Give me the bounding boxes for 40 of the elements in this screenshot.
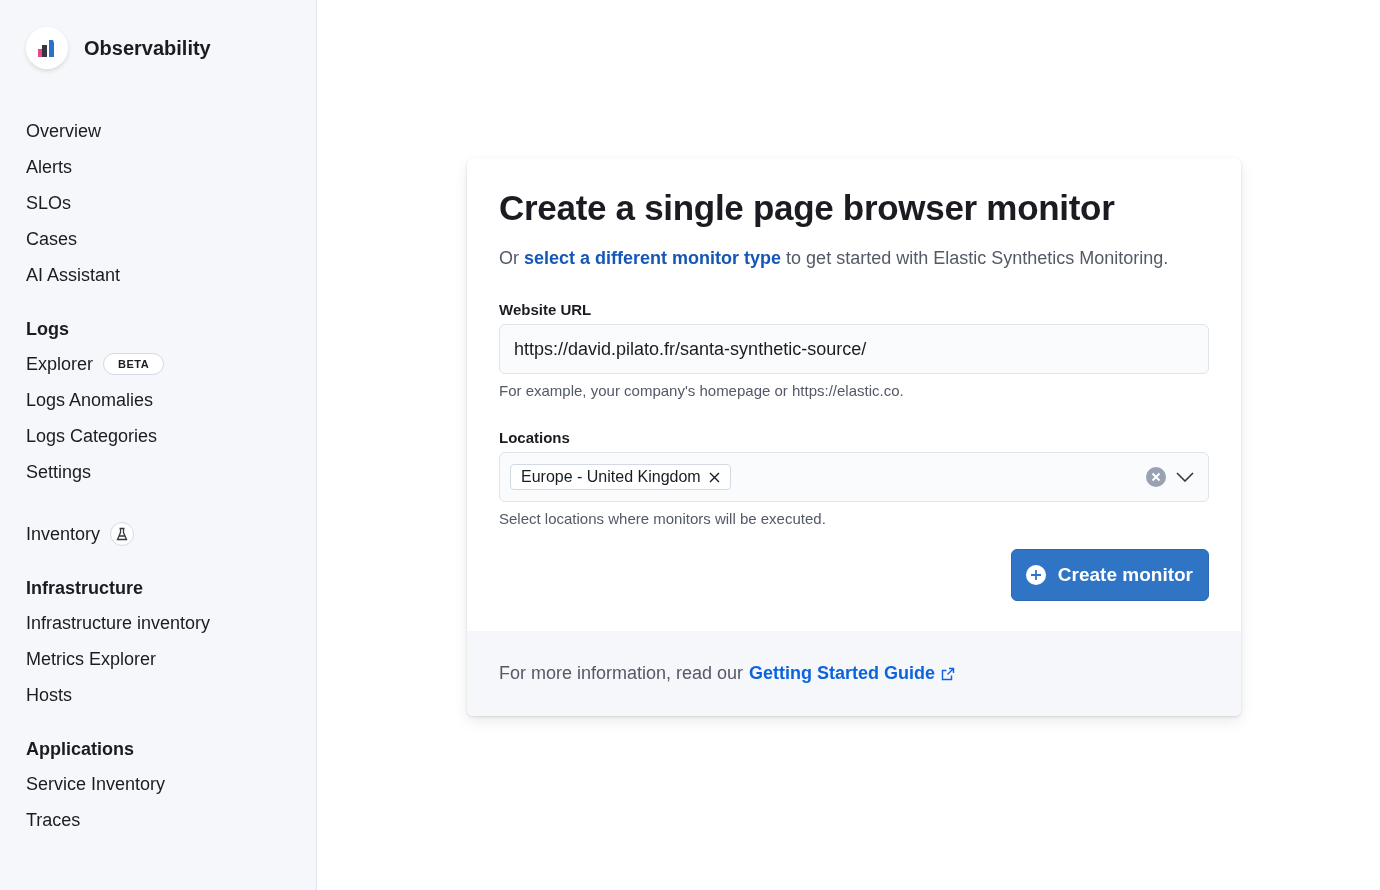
field-label: Website URL (499, 301, 593, 318)
section-heading: Infrastructure (26, 578, 145, 599)
nav-link[interactable]: Inventory (26, 523, 101, 545)
chevron-down-icon[interactable] (1176, 472, 1194, 482)
nav-link[interactable]: Logs Anomalies (26, 389, 154, 411)
nav-link[interactable]: Metrics Explorer (26, 648, 157, 670)
footer-text: For more information, read our (499, 663, 744, 684)
intro-text: Or select a different monitor type to get started with Elastic Synthetics Monitoring. (499, 248, 1170, 269)
nav-link[interactable]: Settings (26, 461, 92, 483)
nav-link[interactable]: Cases (26, 228, 78, 250)
clear-icon[interactable] (1146, 467, 1166, 487)
nav-link[interactable]: Alerts (26, 156, 72, 178)
nav-link[interactable]: Hosts (26, 684, 72, 706)
app-title: Observability (84, 36, 211, 60)
nav-link[interactable]: Traces (26, 809, 81, 831)
field-label: Locations (499, 429, 571, 446)
location-chip: Europe - United Kingdom (510, 464, 731, 490)
url-input-field[interactable]: https://david.pilato.fr/santa-synthetic-source/ (499, 324, 1209, 374)
guide-link[interactable]: Getting Started Guide (749, 663, 956, 684)
nav-link[interactable]: Infrastructure inventory (26, 612, 211, 634)
field-help-text: For example, your company's homepage or https://elastic.co. (499, 382, 905, 399)
field-help-text: Select locations where monitors will be executed. (499, 510, 827, 527)
nav-link[interactable]: Explorer (26, 353, 94, 375)
locations-combo-box[interactable]: Europe - United Kingdom (499, 452, 1209, 502)
create-monitor-button[interactable]: Create monitor (1010, 549, 1209, 601)
card-title: Create a single page browser monitor (499, 188, 1116, 228)
nav-link[interactable]: Overview (26, 120, 101, 142)
section-heading: Logs (26, 319, 70, 340)
monitor-type-link[interactable]: select a different monitor type (524, 248, 782, 268)
flask-icon (110, 522, 135, 546)
remove-icon[interactable] (708, 471, 720, 483)
nav-link[interactable]: AI Assistant (26, 264, 121, 286)
nav-link[interactable]: Service Inventory (26, 773, 166, 795)
section-heading: Applications (26, 739, 135, 760)
nav-link[interactable]: SLOs (26, 192, 72, 214)
nav-link[interactable]: Logs Categories (26, 425, 158, 447)
logo-icon (26, 27, 68, 69)
external-link-icon (941, 666, 956, 681)
beta-badge: BETA (103, 353, 165, 375)
plus-circle-icon (1025, 565, 1046, 585)
